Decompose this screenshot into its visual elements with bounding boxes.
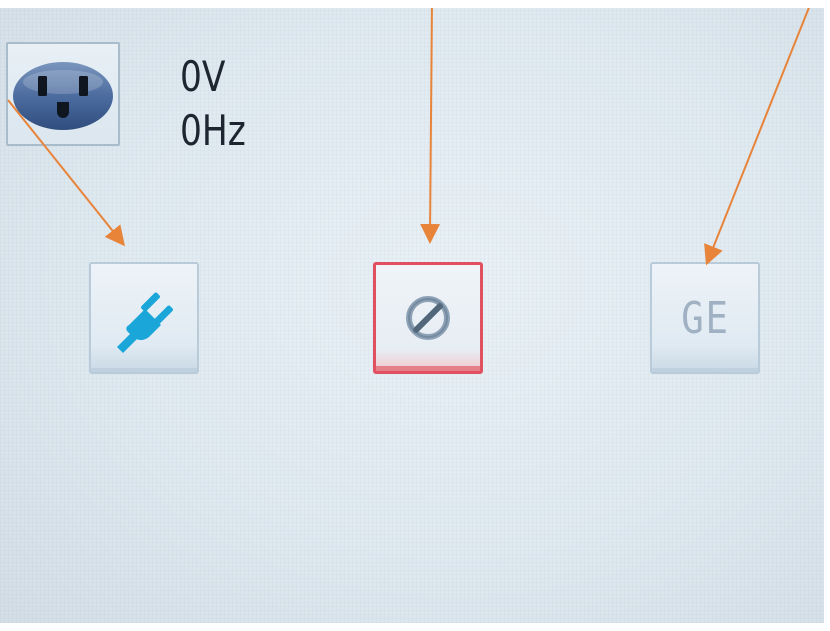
outlet-status-panel xyxy=(6,42,120,146)
device-screen: 0V 0Hz GE xyxy=(0,0,830,631)
power-outlet-icon xyxy=(13,62,113,130)
photo-margin-right xyxy=(824,0,830,631)
annotation-arrow-stop xyxy=(420,0,441,244)
power-plug-icon xyxy=(117,292,173,353)
prohibited-icon xyxy=(406,296,450,340)
ge-button[interactable]: GE xyxy=(650,262,760,374)
voltage-readout: 0V xyxy=(180,52,226,101)
frequency-readout: 0Hz xyxy=(180,106,246,155)
photo-margin-bottom xyxy=(0,623,830,631)
power-plug-button[interactable] xyxy=(89,262,199,374)
photo-margin-top xyxy=(0,0,830,8)
annotation-arrow-ge xyxy=(704,0,813,266)
ge-label: GE xyxy=(680,292,730,344)
stop-button[interactable] xyxy=(373,262,483,374)
